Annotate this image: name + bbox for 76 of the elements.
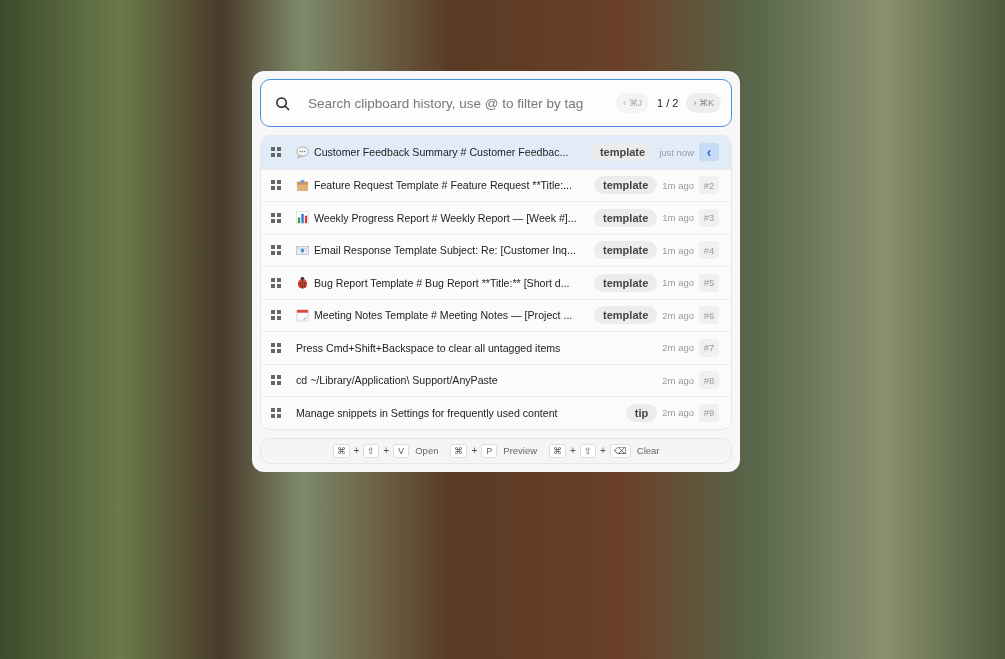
tag-label: tip: [625, 403, 658, 422]
item-number: #5: [699, 273, 719, 292]
item-number: #2: [699, 176, 719, 195]
item-text: Feature Request Template # Feature Request **Title:...: [314, 179, 572, 192]
envelope-icon: [296, 243, 309, 257]
bar-chart-icon: [296, 211, 309, 225]
drag-handle-icon: [271, 310, 281, 321]
key-cap: ⌫: [609, 443, 631, 458]
key-cap: ⌘: [549, 443, 567, 458]
plus-sign: +: [599, 445, 606, 456]
package-icon: [296, 178, 309, 192]
key-cap: ⇧: [363, 443, 380, 458]
calendar-icon: [296, 308, 309, 322]
key-cap: ⇧: [579, 443, 596, 458]
item-number: #3: [699, 208, 719, 227]
drag-handle-icon: [271, 245, 281, 256]
timestamp: 1m ago: [662, 179, 694, 191]
speech-bubble-icon: [296, 145, 309, 159]
shortcut-label: Open: [415, 445, 439, 456]
clipboard-item[interactable]: Feature Request Template # Feature Request **Title:... template 1m ago #2: [261, 168, 731, 201]
timestamp: 1m ago: [662, 277, 694, 289]
drag-handle-icon: [271, 277, 281, 288]
timestamp: 1m ago: [662, 244, 694, 256]
item-text: Press Cmd+Shift+Backspace to clear all untagged items: [296, 341, 561, 354]
timestamp: 2m ago: [662, 309, 694, 321]
timestamp: 2m ago: [662, 407, 694, 419]
tag-label: template: [594, 241, 658, 260]
item-text: Weekly Progress Report # Weekly Report — [Week #]...: [314, 211, 577, 224]
timestamp: 2m ago: [662, 342, 694, 354]
item-text: Bug Report Template # Bug Report **Title:** [Short d...: [314, 276, 570, 289]
item-text: Email Response Template Subject: Re: [Customer Inq...: [314, 244, 576, 257]
item-number: #9: [699, 403, 719, 422]
item-text: Customer Feedback Summary # Customer Feedbac...: [314, 146, 569, 159]
drag-handle-icon: [271, 342, 281, 353]
clipboard-item[interactable]: Bug Report Template # Bug Report **Title:** [Short d... template 1m ago #5: [261, 266, 731, 299]
clipboard-item[interactable]: Weekly Progress Report # Weekly Report — [Week #]... template 1m ago #3: [261, 201, 731, 234]
key-cap: V: [393, 443, 410, 458]
tag-label: template: [594, 208, 658, 227]
tag-label: template: [594, 306, 658, 325]
drag-handle-icon: [271, 407, 281, 418]
item-text: cd ~/Library/Application\ Support/AnyPaste: [296, 374, 498, 387]
collapse-button[interactable]: ‹: [699, 143, 719, 162]
clipboard-item[interactable]: Press Cmd+Shift+Backspace to clear all untagged items 2m ago #7: [261, 331, 731, 364]
clipboard-item[interactable]: cd ~/Library/Application\ Support/AnyPaste 2m ago #8: [261, 363, 731, 396]
shortcut-label: Preview: [503, 445, 538, 456]
plus-sign: +: [570, 445, 576, 456]
timestamp: just now: [659, 146, 694, 158]
clipboard-item[interactable]: Customer Feedback Summary # Customer Feedbac... template just now ‹: [261, 136, 731, 169]
item-number: #4: [699, 241, 719, 260]
plus-sign: +: [383, 445, 390, 456]
item-number: #7: [699, 338, 719, 357]
clipboard-item[interactable]: Email Response Template Subject: Re: [Customer Inq... template 1m ago #4: [261, 233, 731, 266]
shortcut-label: Clear: [636, 445, 660, 456]
item-number: #6: [699, 306, 719, 325]
item-text: Manage snippets in Settings for frequently used content: [296, 406, 558, 419]
tag-label: template: [590, 143, 655, 162]
tag-label: template: [594, 273, 658, 292]
timestamp: 2m ago: [662, 374, 694, 386]
item-text: Meeting Notes Template # Meeting Notes — [Project ...: [314, 309, 573, 322]
tag-label: template: [594, 176, 658, 195]
drag-handle-icon: [271, 375, 281, 386]
key-cap: ⌘: [450, 443, 468, 458]
search-icon: [275, 95, 290, 111]
item-number: #8: [699, 371, 719, 390]
drag-handle-icon: [271, 147, 281, 158]
plus-sign: +: [353, 445, 360, 456]
drag-handle-icon: [271, 180, 281, 191]
page-counter: 1 / 2: [657, 97, 679, 109]
key-cap: P: [481, 443, 498, 458]
key-cap: ⌘: [332, 443, 350, 458]
clipboard-item[interactable]: Meeting Notes Template # Meeting Notes — [Project ... template 2m ago #6: [261, 298, 731, 331]
timestamp: 1m ago: [662, 212, 694, 224]
plus-sign: +: [471, 445, 478, 456]
ladybug-icon: [296, 276, 309, 290]
clipboard-item[interactable]: Manage snippets in Settings for frequently used content tip 2m ago #9: [261, 396, 731, 429]
drag-handle-icon: [271, 212, 281, 223]
